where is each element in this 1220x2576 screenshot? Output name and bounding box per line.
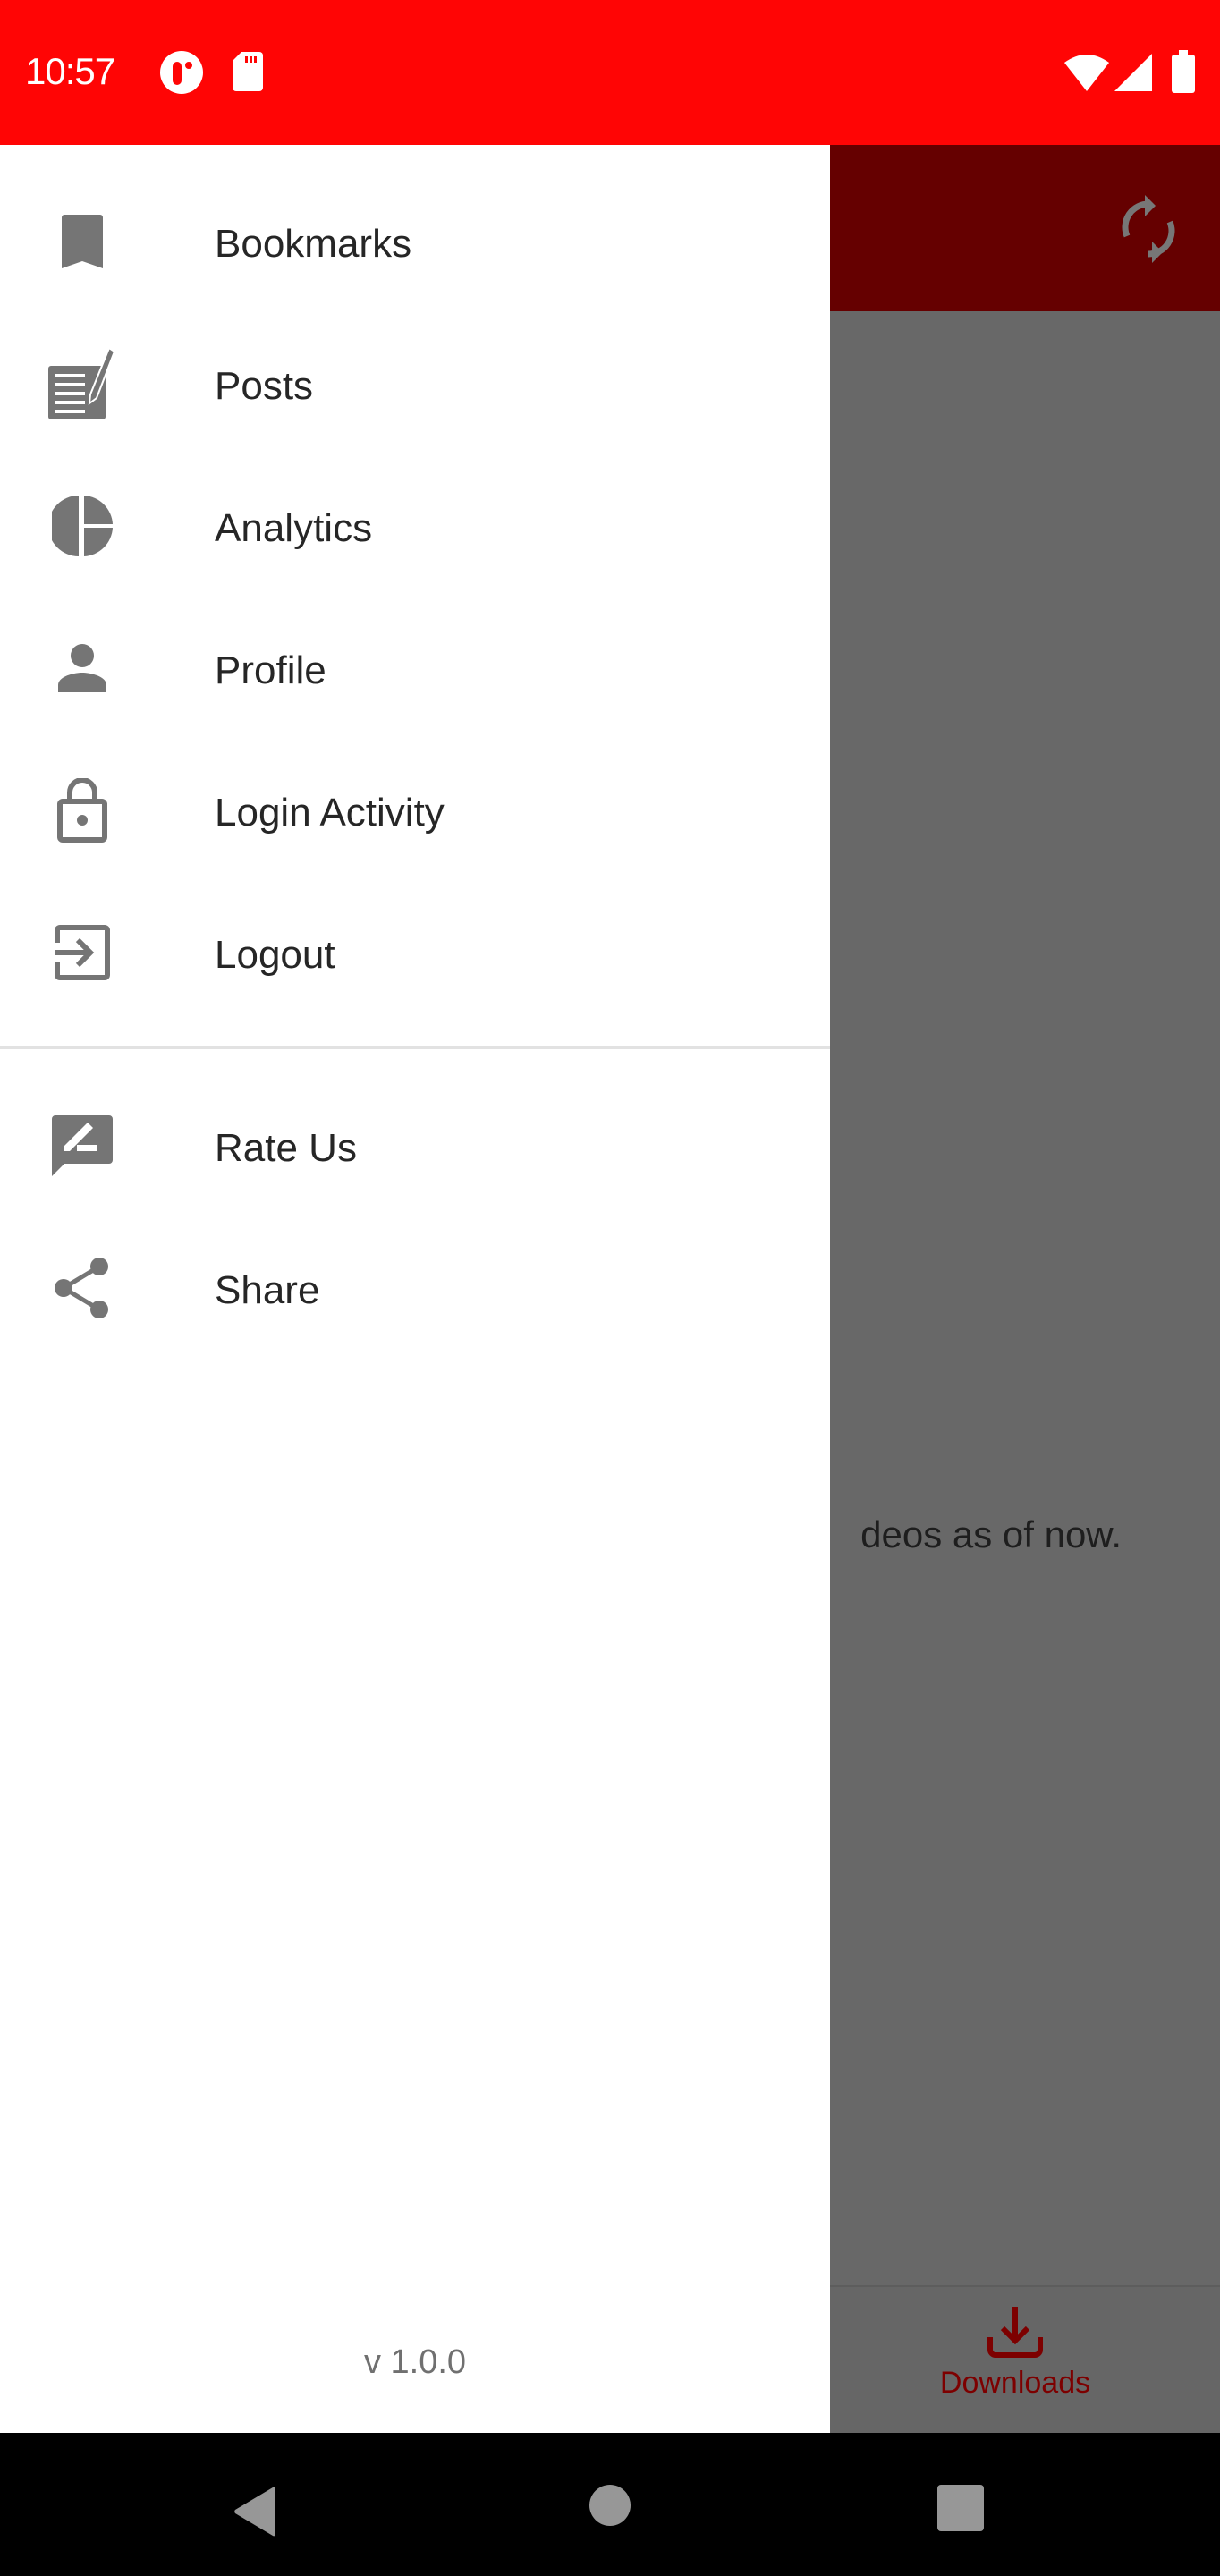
lock-icon (47, 778, 118, 843)
recents-button[interactable] (937, 2485, 984, 2536)
drawer-item-label: Analytics (215, 506, 373, 550)
drawer-item-label: Bookmarks (215, 222, 412, 266)
drawer-item-logout[interactable]: Logout (0, 890, 830, 1015)
tab-downloads-label: Downloads (939, 2366, 1091, 2400)
tab-downloads[interactable]: Downloads (912, 2305, 1118, 2421)
navigation-drawer: Bookmarks Posts Analytics Profile Login … (0, 145, 830, 2433)
drawer-item-label: Share (215, 1268, 320, 1312)
pie-chart-icon (47, 496, 118, 556)
person-icon (47, 638, 118, 699)
drawer-item-label: Rate Us (215, 1126, 357, 1170)
drawer-item-bookmarks[interactable]: Bookmarks (0, 179, 830, 304)
bookmark-icon (47, 211, 118, 272)
sd-card-icon (233, 52, 263, 96)
sync-icon[interactable] (1120, 195, 1177, 263)
drawer-item-login-activity[interactable]: Login Activity (0, 748, 830, 873)
cell-signal-icon (1114, 54, 1152, 96)
drawer-item-label: Profile (215, 648, 326, 692)
back-button[interactable] (233, 2487, 277, 2541)
system-navigation-bar (0, 2433, 1220, 2576)
app-version: v 1.0.0 (363, 2343, 467, 2381)
drawer-item-share[interactable]: Share (0, 1225, 830, 1351)
drawer-item-label: Posts (215, 364, 314, 408)
share-icon (47, 1258, 118, 1318)
download-icon (912, 2305, 1118, 2359)
drawer-item-analytics[interactable]: Analytics (0, 463, 830, 589)
drawer-item-label: Login Activity (215, 791, 445, 835)
drawer-item-label: Logout (215, 933, 335, 977)
battery-icon (1172, 50, 1195, 97)
home-button[interactable] (589, 2484, 631, 2531)
posts-icon (47, 348, 118, 419)
app-notification-icon (159, 50, 204, 99)
drawer-item-posts[interactable]: Posts (0, 321, 830, 446)
logout-icon (47, 922, 118, 983)
rate-review-icon (47, 1115, 118, 1176)
drawer-item-profile[interactable]: Profile (0, 606, 830, 731)
drawer-divider (0, 1046, 830, 1049)
drawer-item-rate-us[interactable]: Rate Us (0, 1083, 830, 1208)
wifi-icon (1064, 54, 1109, 96)
status-bar: 10:57 (0, 0, 1220, 145)
status-time: 10:57 (25, 50, 115, 92)
